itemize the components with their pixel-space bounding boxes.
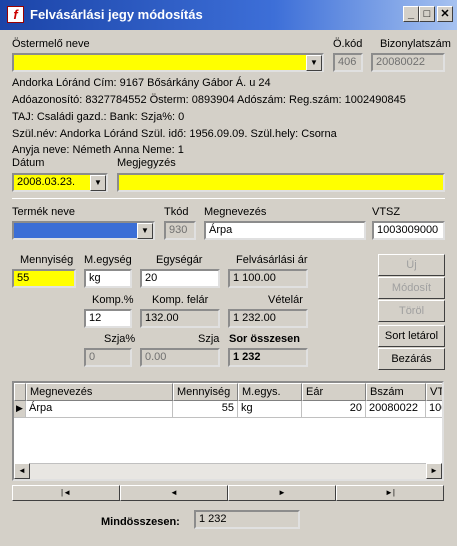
column-header[interactable]: Megnevezés bbox=[26, 383, 173, 401]
quantity-field[interactable]: 55 bbox=[12, 269, 76, 288]
receipt-number-field: 20080022 bbox=[371, 53, 445, 72]
save-row-button[interactable]: Sort letárol bbox=[378, 325, 445, 347]
comp-fee-label: Komp. felár bbox=[152, 294, 209, 306]
info-line-3: TAJ: Családi gazd.: Bank: Szja%: 0 bbox=[12, 111, 185, 123]
close-button[interactable]: Bezárás bbox=[378, 348, 445, 370]
current-row-icon: ▶ bbox=[14, 401, 26, 418]
unit-price-field[interactable]: 20 bbox=[140, 269, 220, 288]
producer-dropdown-icon[interactable]: ▼ bbox=[306, 55, 322, 71]
quantity-label: Mennyiség bbox=[20, 254, 74, 266]
szja-percent-label: Szja% bbox=[104, 333, 136, 345]
szja-label: Szja bbox=[198, 333, 220, 345]
nav-first-button[interactable]: |◄ bbox=[12, 485, 120, 501]
row-total-field: 1 232 bbox=[228, 348, 308, 367]
modify-button[interactable]: Módosít bbox=[378, 277, 445, 299]
column-header[interactable]: Bszám bbox=[366, 383, 426, 401]
grand-total-label: Mindösszesen: bbox=[101, 516, 180, 528]
grand-total-field: 1 232 bbox=[194, 510, 300, 529]
nav-next-button[interactable]: ► bbox=[228, 485, 336, 501]
column-header[interactable]: Mennyiség bbox=[173, 383, 238, 401]
window-title: Felvásárlási jegy módosítás bbox=[30, 7, 203, 22]
date-dropdown-icon[interactable]: ▼ bbox=[90, 175, 106, 191]
product-dropdown-icon[interactable]: ▼ bbox=[137, 223, 153, 239]
new-button[interactable]: Új bbox=[378, 254, 445, 276]
producer-combo[interactable] bbox=[12, 53, 324, 72]
app-icon: f bbox=[7, 6, 24, 23]
info-line-2: Adóazonosító: 8327784552 Österm: 0893904… bbox=[12, 94, 406, 106]
info-line-4: Szül.név: Andorka Lóránd Szül. idő: 1956… bbox=[12, 128, 337, 140]
table-cell[interactable]: Árpa bbox=[26, 401, 173, 418]
delete-button[interactable]: Töröl bbox=[378, 300, 445, 322]
scroll-right-icon[interactable]: ► bbox=[426, 463, 442, 479]
szja-field: 0.00 bbox=[140, 348, 220, 367]
description-field[interactable]: Árpa bbox=[204, 221, 366, 240]
comp-percent-field[interactable]: 12 bbox=[84, 309, 132, 328]
table-cell[interactable]: 55 bbox=[173, 401, 238, 418]
scroll-left-icon[interactable]: ◄ bbox=[14, 463, 30, 479]
horizontal-scrollbar[interactable] bbox=[14, 463, 442, 479]
unit-price-label: Egységár bbox=[156, 254, 203, 266]
tkod-label: Tkód bbox=[164, 206, 189, 218]
vtsz-label: VTSZ bbox=[372, 206, 401, 218]
row-total-label: Sor összesen bbox=[229, 333, 300, 345]
info-line-1: Andorka Lóránd Cím: 9167 Bősárkány Gábor… bbox=[12, 77, 271, 89]
product-name-label: Termék neve bbox=[12, 206, 75, 218]
divider bbox=[12, 198, 445, 199]
info-line-5: Anyja neve: Németh Anna Neme: 1 bbox=[12, 144, 184, 156]
comment-label: Megjegyzés bbox=[117, 157, 176, 169]
minimize-button[interactable]: _ bbox=[403, 6, 419, 22]
column-header[interactable]: Eár bbox=[302, 383, 366, 401]
maximize-button[interactable]: □ bbox=[419, 6, 435, 22]
tkod-field: 930 bbox=[164, 221, 196, 240]
unit-field[interactable]: kg bbox=[84, 269, 132, 288]
okod-field: 406 bbox=[333, 53, 363, 72]
product-name-combo[interactable] bbox=[12, 221, 155, 240]
receipt-number-label: Bizonylatszám bbox=[380, 38, 451, 50]
producer-label: Östermelő neve bbox=[12, 38, 90, 50]
close-window-button[interactable]: ✕ bbox=[437, 6, 453, 22]
table-cell[interactable]: kg bbox=[238, 401, 302, 418]
table-cell[interactable]: 20080022 bbox=[366, 401, 426, 418]
row-indicator-header bbox=[14, 383, 26, 401]
nav-last-button[interactable]: ►| bbox=[336, 485, 444, 501]
comp-fee-field: 132.00 bbox=[140, 309, 220, 328]
comment-field[interactable] bbox=[117, 173, 445, 192]
vtsz-field[interactable]: 1003009000 bbox=[372, 221, 445, 240]
sale-price-field: 1 232.00 bbox=[228, 309, 308, 328]
description-label: Megnevezés bbox=[204, 206, 267, 218]
purchase-price-label: Felvásárlási ár bbox=[236, 254, 308, 266]
column-header[interactable]: VT bbox=[426, 383, 442, 401]
okod-label: Ö.kód bbox=[333, 38, 363, 50]
items-grid[interactable]: Megnevezés Mennyiség M.egys. Eár Bszám V… bbox=[12, 381, 444, 481]
szja-percent-field: 0 bbox=[84, 348, 132, 367]
nav-prev-button[interactable]: ◄ bbox=[120, 485, 228, 501]
sale-price-label: Vételár bbox=[268, 294, 303, 306]
unit-label: M.egység bbox=[84, 254, 132, 266]
purchase-price-field: 1 100.00 bbox=[228, 269, 308, 288]
table-cell[interactable]: 100 bbox=[426, 401, 442, 418]
table-cell[interactable]: 20 bbox=[302, 401, 366, 418]
comp-percent-label: Komp.% bbox=[92, 294, 134, 306]
date-label: Dátum bbox=[12, 157, 45, 169]
column-header[interactable]: M.egys. bbox=[238, 383, 302, 401]
